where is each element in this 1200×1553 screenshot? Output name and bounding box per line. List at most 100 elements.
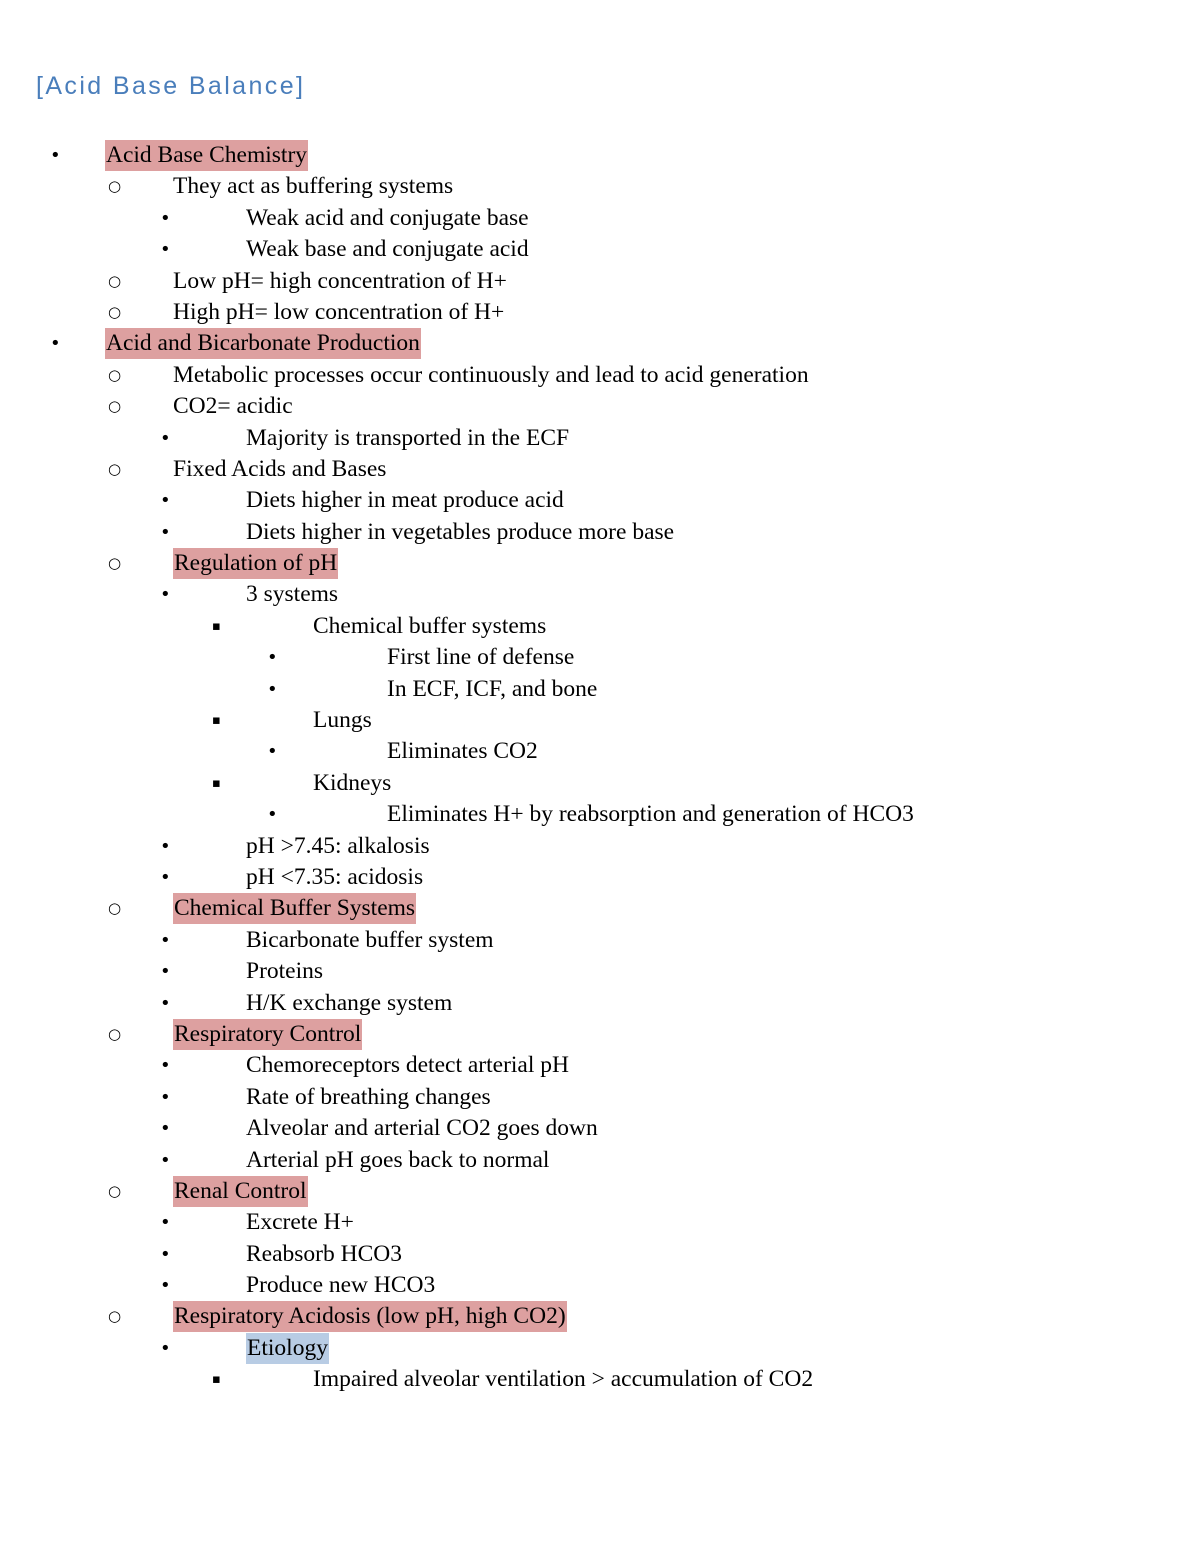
outline-item-text: Acid and Bicarbonate Production [105, 328, 421, 360]
outline-item: ▪ Chemical buffer systems [0, 611, 1200, 642]
bullet-circle-icon: ○ [108, 1307, 122, 1326]
bullet-disc-icon: • [160, 490, 171, 512]
outline-item-text: Arterial pH goes back to normal [246, 1146, 550, 1173]
outline-item: ○ Metabolic processes occur continuously … [0, 360, 1200, 391]
bullet-disc-icon: • [267, 804, 278, 826]
outline-item: • Chemoreceptors detect arterial pH [0, 1050, 1200, 1081]
outline-item-text: In ECF, ICF, and bone [387, 675, 598, 702]
outline-item: • First line of defense [0, 642, 1200, 673]
bullet-disc-icon: • [267, 647, 278, 669]
outline-item-text: Regulation of pH [173, 548, 339, 580]
text-highlight-pink: Regulation of pH [173, 548, 339, 580]
outline-item: • pH >7.45: alkalosis [0, 831, 1200, 862]
outline-item-text: Excrete H+ [246, 1209, 354, 1236]
text-highlight-blue: Etiology [246, 1332, 329, 1364]
bullet-disc-icon: • [267, 741, 278, 763]
bullet-circle-icon: ○ [108, 302, 122, 321]
outline-item: • H/K exchange system [0, 988, 1200, 1019]
bullet-circle-icon: ○ [108, 899, 122, 918]
outline-item: ○ CO2= acidic [0, 391, 1200, 422]
outline-item-text: Reabsorb HCO3 [246, 1240, 402, 1267]
bullet-disc-icon: • [160, 1149, 171, 1171]
outline-item-text: Low pH= high concentration of H+ [173, 267, 507, 294]
bullet-disc-icon: • [160, 427, 171, 449]
outline-item-text: Eliminates CO2 [387, 738, 538, 765]
outline-item-text: pH >7.45: alkalosis [246, 832, 430, 859]
outline-item: • Bicarbonate buffer system [0, 925, 1200, 956]
outline-item-text: Chemoreceptors detect arterial pH [246, 1052, 569, 1079]
outline-item: • Weak base and conjugate acid [0, 234, 1200, 265]
outline-item: ▪ Impaired alveolar ventilation > accumul… [0, 1364, 1200, 1395]
outline-item: ○ Low pH= high concentration of H+ [0, 266, 1200, 297]
outline-item-text: Kidneys [313, 769, 392, 796]
outline-item-text: Alveolar and arterial CO2 goes down [246, 1115, 598, 1142]
outline-item-text: H/K exchange system [246, 989, 453, 1016]
outline-item: • Etiology [0, 1332, 1200, 1364]
outline-item: ▪ Kidneys [0, 768, 1200, 799]
outline-item-text: Bicarbonate buffer system [246, 926, 494, 953]
outline-item-text: Diets higher in meat produce acid [246, 487, 564, 514]
outline-item-text: 3 systems [246, 581, 339, 608]
outline-item: • Produce new HCO3 [0, 1270, 1200, 1301]
outline-item: • pH <7.35: acidosis [0, 862, 1200, 893]
outline-item-text: Diets higher in vegetables produce more … [246, 518, 675, 545]
bullet-disc-icon: • [160, 1055, 171, 1077]
outline-item: • Excrete H+ [0, 1207, 1200, 1238]
bullet-disc-icon: • [160, 835, 171, 857]
outline-item: • Weak acid and conjugate base [0, 203, 1200, 234]
outline-item: • Diets higher in meat produce acid [0, 485, 1200, 516]
bullet-circle-icon: ○ [108, 271, 122, 290]
bullet-circle-icon: ○ [108, 397, 122, 416]
outline-item-text: Fixed Acids and Bases [173, 455, 387, 482]
outline-item-text: CO2= acidic [173, 393, 293, 420]
outline-item-text: Majority is transported in the ECF [246, 424, 570, 451]
text-highlight-pink: Respiratory Acidosis (low pH, high CO2) [173, 1301, 567, 1333]
outline-item: • 3 systems [0, 579, 1200, 610]
outline-item-text: Renal Control [173, 1175, 308, 1207]
outline-list: • Acid Base Chemistry ○ They act as bufferi… [0, 140, 1200, 1396]
bullet-disc-icon: • [160, 1243, 171, 1265]
document-page: [Acid Base Balance] • Acid Base Chemistry… [0, 0, 1200, 1553]
bullet-circle-icon: ○ [108, 554, 122, 573]
outline-item: • Rate of breathing changes [0, 1082, 1200, 1113]
outline-item: • Proteins [0, 956, 1200, 987]
outline-item: ○ They act as buffering systems [0, 171, 1200, 202]
bullet-circle-icon: ○ [108, 459, 122, 478]
outline-item-text: Respiratory Control [173, 1018, 363, 1050]
outline-item: ○ Renal Control [0, 1175, 1200, 1207]
outline-item: • Majority is transported in the ECF [0, 423, 1200, 454]
text-highlight-pink: Acid and Bicarbonate Production [105, 328, 421, 360]
outline-item-text: Proteins [246, 958, 324, 985]
bullet-disc-icon: • [50, 333, 61, 355]
outline-item-text: Impaired alveolar ventilation > accumula… [313, 1366, 814, 1393]
bullet-circle-icon: ○ [108, 1024, 122, 1043]
outline-item: • Alveolar and arterial CO2 goes down [0, 1113, 1200, 1144]
outline-item-text: They act as buffering systems [173, 173, 454, 200]
outline-item-text: Weak acid and conjugate base [246, 204, 529, 231]
outline-item-text: Acid Base Chemistry [105, 140, 309, 171]
outline-item: • Arterial pH goes back to normal [0, 1145, 1200, 1176]
bullet-disc-icon: • [50, 145, 61, 166]
text-highlight-pink: Acid Base Chemistry [105, 140, 309, 171]
bullet-disc-icon: • [160, 1118, 171, 1140]
outline-item: ○ Chemical Buffer Systems [0, 893, 1200, 925]
outline-item-text: Etiology [246, 1332, 329, 1364]
outline-item: • Acid and Bicarbonate Production [0, 328, 1200, 360]
outline-item-text: Chemical Buffer Systems [173, 893, 417, 925]
bullet-disc-icon: • [160, 961, 171, 983]
bullet-disc-icon: • [160, 207, 171, 229]
text-highlight-pink: Chemical Buffer Systems [173, 893, 417, 925]
outline-item-text: Produce new HCO3 [246, 1272, 436, 1299]
outline-item: ○ Respiratory Control [0, 1018, 1200, 1050]
bullet-disc-icon: • [267, 678, 278, 700]
outline-item: ○ Regulation of pH [0, 548, 1200, 580]
outline-item: ○ Fixed Acids and Bases [0, 454, 1200, 485]
bullet-disc-icon: • [160, 992, 171, 1014]
outline-item-text: Chemical buffer systems [313, 612, 547, 639]
text-highlight-pink: Renal Control [173, 1175, 308, 1207]
outline-item: • Reabsorb HCO3 [0, 1239, 1200, 1270]
outline-item: • In ECF, ICF, and bone [0, 674, 1200, 705]
outline-item: ▪ Lungs [0, 705, 1200, 736]
outline-item-text: Eliminates H+ by reabsorption and genera… [387, 801, 914, 828]
bullet-disc-icon: • [160, 1086, 171, 1108]
